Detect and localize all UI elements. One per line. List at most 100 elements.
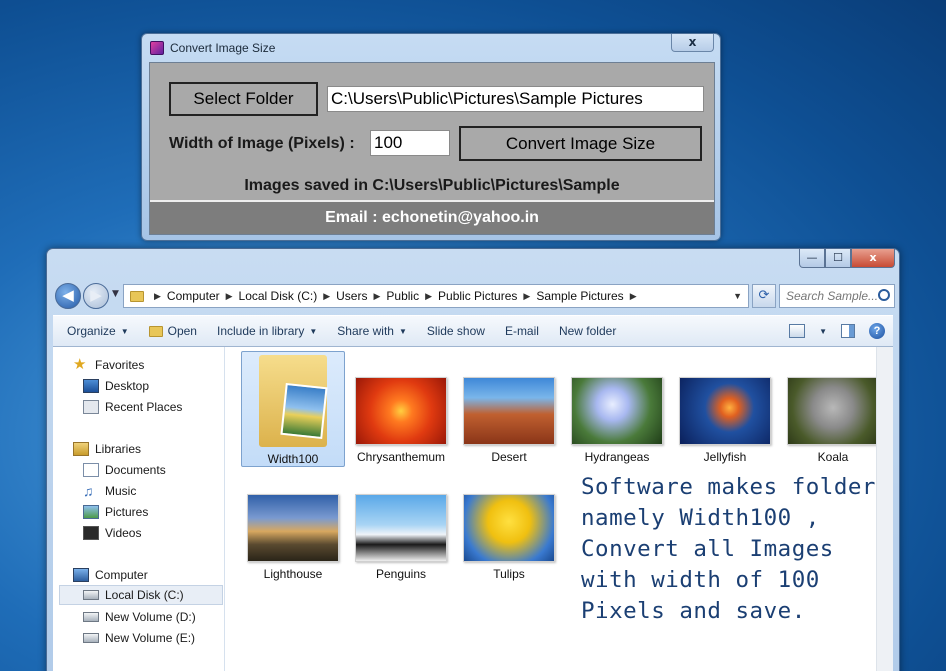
image-thumbnail [355,494,447,562]
nav-recent-places[interactable]: Recent Places [83,397,182,417]
breadcrumb-separator-icon[interactable]: ▶ [226,291,233,302]
help-icon[interactable]: ? [869,323,885,339]
nav-favorites[interactable]: ★ Favorites [73,355,144,375]
file-item-koala[interactable]: Koala [781,377,885,464]
explorer-window: — ☐ x ◀ ▶ ▼ ▶ Computer ▶ Local Disk (C:) ▶… [46,248,900,671]
dialog-titlebar: Convert Image Size [150,38,275,58]
image-thumbnail [247,494,339,562]
dialog-title: Convert Image Size [170,41,276,55]
image-thumbnail [355,377,447,445]
computer-icon [73,568,89,582]
navigation-row: ◀ ▶ ▼ ▶ Computer ▶ Local Disk (C:) ▶ Users … [55,283,895,309]
dialog-close-button[interactable]: x [671,34,714,52]
nav-documents[interactable]: Documents [83,460,166,480]
search-input[interactable]: Search Sample... [779,284,895,308]
new-folder-button[interactable]: New folder [559,324,616,338]
nav-music[interactable]: ♫ Music [83,481,136,501]
recent-pages-dropdown-icon[interactable]: ▼ [112,289,119,299]
refresh-icon[interactable]: ⟳ [752,284,776,308]
vertical-scrollbar[interactable] [876,347,893,671]
breadcrumb-sample-pictures[interactable]: Sample Pictures [536,289,623,303]
open-folder-icon [148,325,163,337]
file-item-chrysanthemum[interactable]: Chrysanthemum [349,377,453,464]
breadcrumb-separator-icon[interactable]: ▶ [630,291,637,302]
include-in-library-button[interactable]: Include in library ▼ [217,324,317,338]
preview-pane-icon[interactable] [841,324,855,338]
file-list: Width100 Chrysanthemum Desert Hydrangeas… [229,347,893,671]
minimize-button[interactable]: — [799,249,825,268]
breadcrumb-users[interactable]: Users [336,289,367,303]
nav-new-volume-e[interactable]: New Volume (E:) [83,628,195,648]
breadcrumb-separator-icon[interactable]: ▶ [323,291,330,302]
breadcrumb-separator-icon[interactable]: ▶ [523,291,530,302]
forward-arrow-icon[interactable]: ▶ [83,283,109,309]
convert-image-size-window: Convert Image Size x Select Folder C:\Us… [141,33,721,241]
chevron-down-icon: ▼ [309,326,318,336]
chevron-down-icon: ▼ [398,326,407,336]
share-with-button[interactable]: Share with ▼ [337,324,407,338]
width-input[interactable]: 100 [370,130,450,156]
file-item-tulips[interactable]: Tulips [457,494,561,581]
documents-icon [83,463,99,477]
dialog-client-area: Select Folder C:\Users\Public\Pictures\S… [149,62,715,235]
search-placeholder: Search Sample... [786,289,879,303]
close-button[interactable]: x [851,249,895,268]
organize-button[interactable]: Organize ▼ [67,324,129,338]
file-item-jellyfish[interactable]: Jellyfish [673,377,777,464]
drive-icon [83,633,99,643]
nav-pictures[interactable]: Pictures [83,502,148,522]
drive-icon [83,612,99,622]
music-icon: ♫ [83,483,94,499]
email-bar: Email : echonetin@yahoo.in [150,200,714,234]
width-label: Width of Image (Pixels) : [169,135,355,152]
folder-icon [130,290,144,302]
star-icon: ★ [73,356,87,373]
chevron-down-icon: ▼ [120,326,129,336]
nav-desktop[interactable]: Desktop [83,376,149,396]
explorer-content: ★ Favorites Desktop Recent Places Librari… [53,347,893,671]
image-thumbnail [571,377,663,445]
videos-icon [83,526,99,540]
convert-image-size-button[interactable]: Convert Image Size [459,126,702,161]
breadcrumb-separator-icon[interactable]: ▶ [154,291,161,302]
nav-computer[interactable]: Computer [73,565,148,585]
pictures-icon [83,505,99,519]
image-thumbnail [463,494,555,562]
breadcrumb-separator-icon[interactable]: ▶ [425,291,432,302]
change-view-icon[interactable] [789,324,806,338]
desktop-icon [83,379,99,393]
file-item-lighthouse[interactable]: Lighthouse [241,494,345,581]
breadcrumb-separator-icon[interactable]: ▶ [373,291,380,302]
nav-local-disk[interactable]: Local Disk (C:) [59,585,223,605]
file-item-width100[interactable]: Width100 [241,351,345,467]
navigation-pane: ★ Favorites Desktop Recent Places Librari… [53,347,225,671]
address-bar[interactable]: ▶ Computer ▶ Local Disk (C:) ▶ Users ▶ Publi… [123,284,749,308]
back-arrow-icon[interactable]: ◀ [55,283,81,309]
breadcrumb-local-disk[interactable]: Local Disk (C:) [239,289,318,303]
breadcrumb-public-pictures[interactable]: Public Pictures [438,289,517,303]
nav-videos[interactable]: Videos [83,523,141,543]
command-bar: Organize ▼ Open Include in library ▼ Share… [53,315,893,347]
open-button[interactable]: Open [148,324,197,338]
breadcrumb-computer[interactable]: Computer [167,289,220,303]
slide-show-button[interactable]: Slide show [427,324,485,338]
maximize-button[interactable]: ☐ [825,249,851,268]
breadcrumb-public[interactable]: Public [386,289,419,303]
file-item-penguins[interactable]: Penguins [349,494,453,581]
email-button[interactable]: E-mail [505,324,539,338]
search-icon[interactable] [878,289,890,301]
status-text: Images saved in C:\Users\Public\Pictures… [244,177,620,194]
nav-new-volume-d[interactable]: New Volume (D:) [83,607,196,627]
select-folder-button[interactable]: Select Folder [169,82,318,116]
file-item-desert[interactable]: Desert [457,377,561,464]
file-item-hydrangeas[interactable]: Hydrangeas [565,377,669,464]
folder-path-input[interactable]: C:\Users\Public\Pictures\Sample Pictures [327,86,704,112]
drive-icon [83,590,99,600]
address-dropdown-icon[interactable]: ▼ [733,291,742,301]
image-thumbnail [463,377,555,445]
libraries-icon [73,442,89,456]
caption-buttons: — ☐ x [799,249,895,268]
view-dropdown-icon[interactable]: ▼ [819,327,827,336]
image-thumbnail [679,377,771,445]
nav-libraries[interactable]: Libraries [73,439,141,459]
